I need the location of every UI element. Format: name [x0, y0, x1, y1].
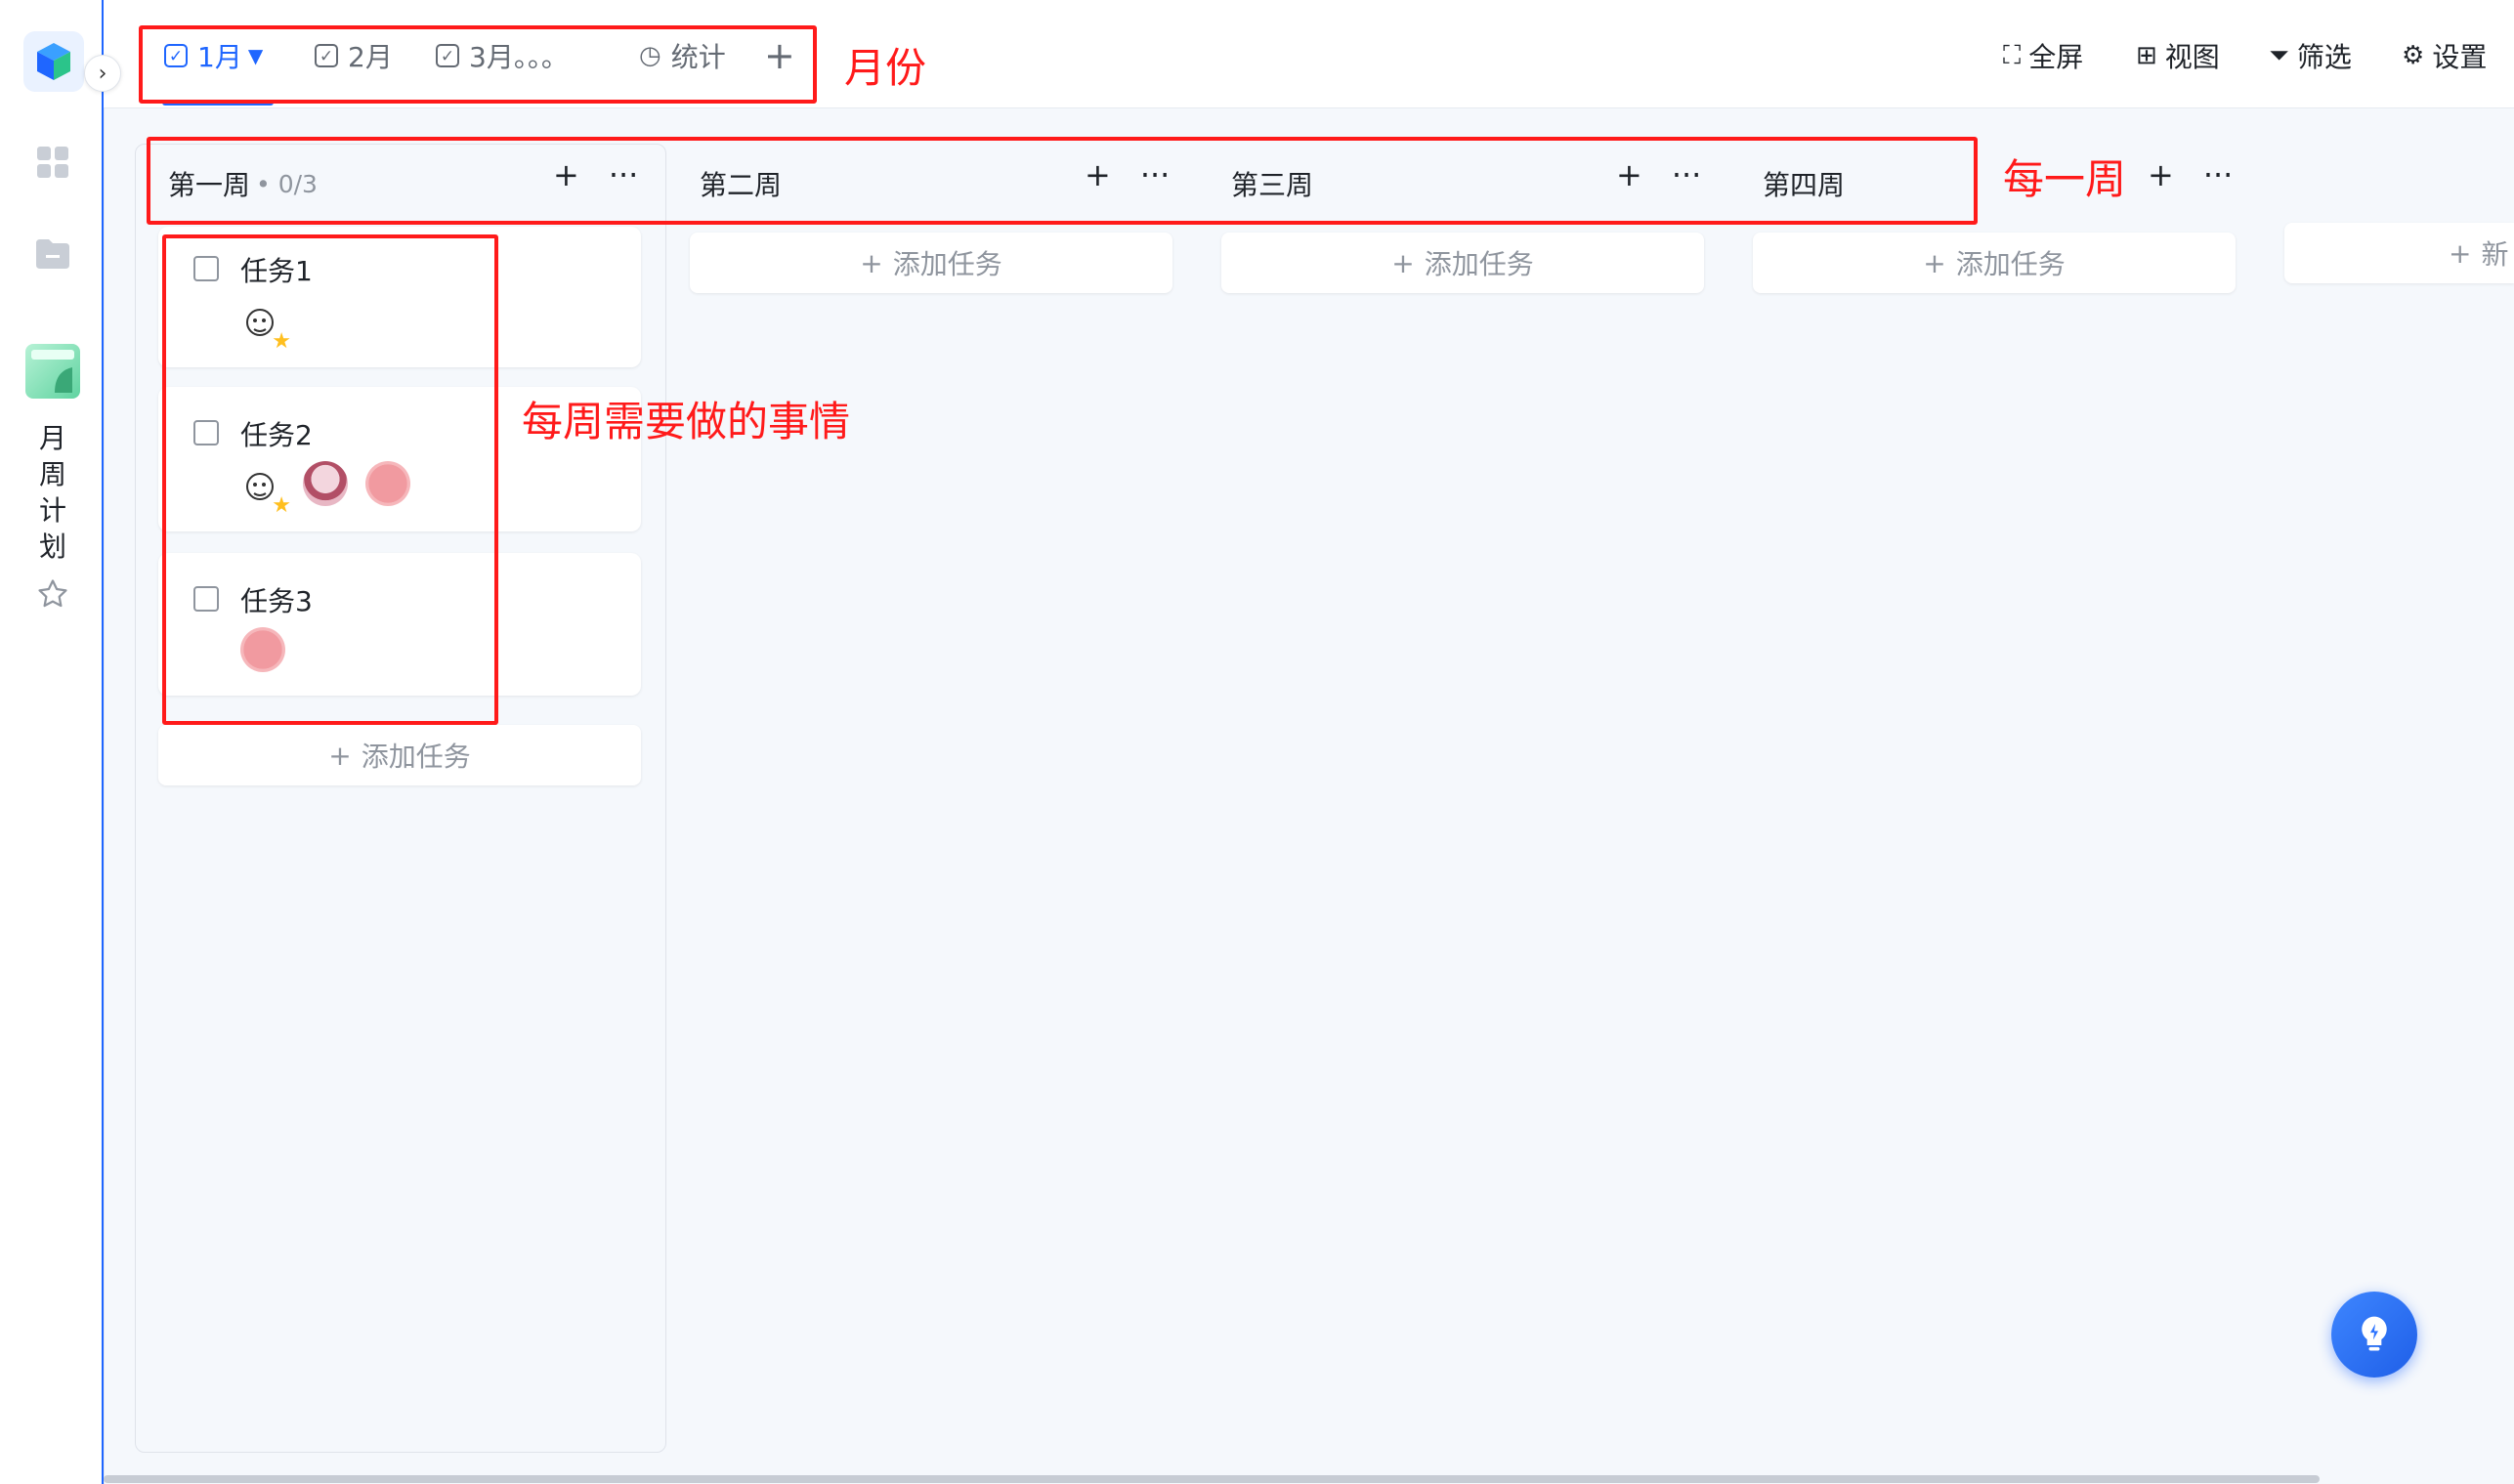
filter-label: 筛选: [2296, 41, 2352, 73]
board-title-char: 月: [38, 422, 66, 454]
column-actions-week-4: + ···: [2148, 156, 2233, 193]
view-button[interactable]: ⊞ 视图: [2136, 33, 2220, 78]
settings-button[interactable]: ⚙ 设置: [2402, 33, 2487, 78]
grid-apps-icon[interactable]: [33, 143, 72, 182]
plus-icon: +: [2449, 236, 2472, 270]
annotation-box-weeks: [147, 137, 1978, 225]
board-thumbnail-icon[interactable]: [25, 344, 80, 399]
gear-icon: ⚙: [2402, 41, 2425, 70]
plus-icon: +: [1923, 246, 1946, 279]
board-title-char: 划: [38, 530, 66, 563]
board-title-vertical: 月 周 计 划: [33, 420, 72, 565]
expand-sidebar-button[interactable]: ›: [84, 55, 121, 92]
filter-icon: ⏷: [2269, 40, 2289, 70]
board-title-char: 计: [38, 494, 66, 527]
rail-accent-bar: [102, 0, 104, 1484]
add-task-label: 添加任务: [1424, 248, 1534, 280]
view-label: 视图: [2164, 41, 2220, 73]
fullscreen-label: 全屏: [2028, 41, 2084, 73]
add-task-button-week-4[interactable]: + 添加任务: [1753, 233, 2236, 293]
add-task-label: 添加任务: [361, 741, 471, 773]
annotation-label-months: 月份: [844, 44, 927, 92]
settings-label: 设置: [2432, 41, 2488, 73]
new-group-label: 新: [2481, 238, 2509, 271]
left-rail: 月 周 计 划: [0, 0, 105, 1484]
star-icon[interactable]: [33, 574, 72, 614]
add-task-label: 添加任务: [1955, 248, 2066, 280]
assistant-bulb-button[interactable]: [2331, 1292, 2417, 1378]
plus-icon: +: [860, 246, 883, 279]
add-task-button-week-2[interactable]: + 添加任务: [690, 233, 1172, 293]
annotation-label-weeks: 每一周: [2003, 155, 2127, 203]
app-logo-icon[interactable]: [23, 31, 84, 92]
fullscreen-icon: ⛶: [2003, 40, 2022, 70]
plus-icon: +: [1391, 246, 1415, 279]
plus-icon: +: [328, 739, 352, 772]
board-title-char: 周: [38, 458, 66, 490]
annotation-label-tasks: 每周需要做的事情: [522, 398, 851, 445]
add-task-button-week-1[interactable]: + 添加任务: [158, 725, 641, 785]
horizontal-scrollbar[interactable]: [104, 1475, 2320, 1483]
grid-view-icon: ⊞: [2136, 41, 2157, 70]
fullscreen-button[interactable]: ⛶ 全屏: [2003, 33, 2083, 78]
annotation-box-tasks: [162, 234, 498, 725]
folder-icon[interactable]: [33, 234, 72, 274]
add-task-plus-icon[interactable]: +: [2148, 156, 2174, 193]
add-task-button-week-3[interactable]: + 添加任务: [1221, 233, 1704, 293]
new-group-button[interactable]: + 新: [2284, 223, 2514, 283]
annotation-box-months: [139, 25, 817, 104]
more-icon[interactable]: ···: [2203, 156, 2234, 193]
filter-button[interactable]: ⏷ 筛选: [2269, 33, 2352, 78]
add-task-label: 添加任务: [892, 248, 1002, 280]
